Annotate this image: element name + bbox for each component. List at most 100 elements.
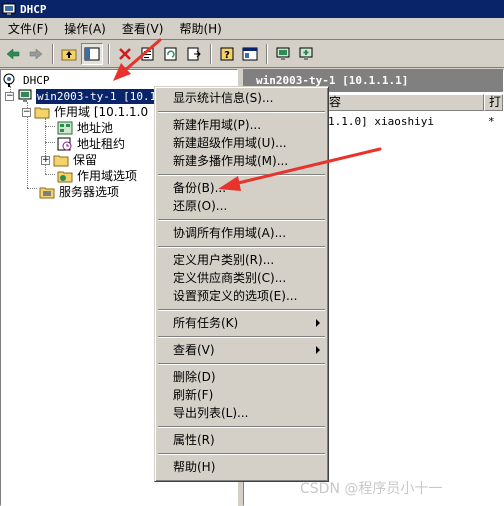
authorize-server-icon <box>276 47 290 60</box>
menu-view[interactable]: 查看(V) <box>114 19 172 39</box>
collapse-icon[interactable]: − <box>5 91 14 101</box>
menu-separator <box>157 449 326 458</box>
submenu-arrow-icon <box>316 319 320 327</box>
tree-node-reservations[interactable]: + 保留 <box>41 152 98 168</box>
back-arrow-icon <box>6 48 20 60</box>
dhcp-app-icon <box>2 3 16 15</box>
up-folder-icon <box>61 49 77 61</box>
console-button[interactable] <box>239 43 261 65</box>
menu-separator <box>157 332 326 341</box>
tree-node-scope-options[interactable]: 作用域选项 <box>57 168 138 184</box>
menu-item-new-multicast-scope[interactable]: 新建多播作用域(M)... <box>157 152 326 170</box>
export-list-button[interactable] <box>183 43 205 65</box>
tree-label: DHCP <box>23 73 50 87</box>
menu-separator <box>157 215 326 224</box>
watermark: CSDN @程序员小十一 <box>300 481 443 497</box>
menu-item-restore[interactable]: 还原(O)... <box>157 197 326 215</box>
server-options-icon <box>39 187 55 199</box>
authorize-server-button[interactable] <box>272 43 294 65</box>
address-leases-icon <box>57 137 72 151</box>
menu-separator <box>157 359 326 368</box>
console-icon <box>242 47 258 61</box>
menu-item-new-scope[interactable]: 新建作用域(P)... <box>157 116 326 134</box>
menu-item-backup[interactable]: 备份(B)... <box>157 179 326 197</box>
list-cell-flag: * <box>488 115 495 128</box>
menu-item-define-user-classes[interactable]: 定义用户类别(R)... <box>157 251 326 269</box>
dhcp-icon <box>3 73 15 87</box>
menu-separator <box>157 242 326 251</box>
tree-node-server-options[interactable]: 服务器选项 <box>39 184 120 200</box>
menu-item-define-vendor-classes[interactable]: 定义供应商类别(C)... <box>157 269 326 287</box>
collapse-icon[interactable]: − <box>22 107 31 117</box>
menu-item-label: 所有任务(K) <box>173 316 239 330</box>
properties-button[interactable] <box>137 43 159 65</box>
column-header-status[interactable]: 打 <box>484 94 503 111</box>
tree-label: 服务器选项 <box>59 184 120 199</box>
menu-item-label: 查看(V) <box>173 343 215 357</box>
menu-separator <box>157 170 326 179</box>
expand-icon[interactable]: + <box>41 155 50 165</box>
menu-item-reconcile-all-scopes[interactable]: 协调所有作用域(A)... <box>157 224 326 242</box>
show-hide-tree-icon <box>84 47 100 61</box>
menu-action[interactable]: 操作(A) <box>56 19 114 39</box>
delete-icon <box>119 48 131 60</box>
refresh-icon <box>164 47 177 61</box>
menu-item-view[interactable]: 查看(V) <box>157 341 326 359</box>
toolbar-separator <box>266 44 268 64</box>
help-button[interactable]: ? <box>216 43 238 65</box>
show-hide-tree-button[interactable] <box>81 43 103 65</box>
add-server-icon <box>299 47 313 60</box>
export-list-icon <box>187 47 201 61</box>
menu-help[interactable]: 帮助(H) <box>171 19 229 39</box>
properties-icon <box>141 47 154 61</box>
tree-connector <box>45 126 55 127</box>
tree-connector <box>45 142 55 143</box>
menu-item-all-tasks[interactable]: 所有任务(K) <box>157 314 326 332</box>
tree-node-address-leases[interactable]: 地址租约 <box>57 136 126 152</box>
tree-label: win2003-ty-1 [10.1.1 <box>36 88 171 104</box>
toolbar-separator <box>108 44 110 64</box>
toolbar-separator <box>52 44 54 64</box>
help-icon: ? <box>220 47 234 61</box>
back-button[interactable] <box>2 43 24 65</box>
menu-separator <box>157 422 326 431</box>
tree-label: 地址池 <box>77 120 114 135</box>
menu-item-show-statistics[interactable]: 显示统计信息(S)... <box>157 89 326 107</box>
menu-item-refresh[interactable]: 刷新(F) <box>157 386 326 404</box>
toolbar-separator <box>210 44 212 64</box>
scope-options-icon <box>57 171 73 183</box>
menu-item-properties[interactable]: 属性(R) <box>157 431 326 449</box>
toolbar: ? <box>0 41 504 68</box>
menu-item-new-superscope[interactable]: 新建超级作用域(U)... <box>157 134 326 152</box>
submenu-arrow-icon <box>316 346 320 354</box>
tree-label: 保留 <box>73 152 98 167</box>
menu-separator <box>157 107 326 116</box>
add-server-button[interactable] <box>295 43 317 65</box>
tree-connector <box>27 188 37 189</box>
server-icon <box>18 89 32 102</box>
menu-bar: 文件(F) 操作(A) 查看(V) 帮助(H) <box>0 18 504 40</box>
menu-item-help[interactable]: 帮助(H) <box>157 458 326 476</box>
menu-item-export-list[interactable]: 导出列表(L)... <box>157 404 326 422</box>
tree-connector <box>45 174 55 175</box>
tree-node-address-pool[interactable]: 地址池 <box>57 120 114 136</box>
menu-item-set-predefined-options[interactable]: 设置预定义的选项(E)... <box>157 287 326 305</box>
tree-node-server[interactable]: − win2003-ty-1 [10.1.1 <box>5 88 171 104</box>
tree-node-scope[interactable]: − 作用域 [10.1.1.0 <box>22 104 149 120</box>
menu-separator <box>157 305 326 314</box>
forward-arrow-icon <box>29 48 43 60</box>
folder-icon <box>53 155 69 167</box>
context-menu: 显示统计信息(S)... 新建作用域(P)... 新建超级作用域(U)... 新… <box>154 86 329 482</box>
tree-label: 作用域选项 <box>77 168 138 183</box>
delete-button[interactable] <box>114 43 136 65</box>
up-level-button[interactable] <box>58 43 80 65</box>
tree-node-dhcp[interactable]: DHCP <box>3 72 51 88</box>
menu-file[interactable]: 文件(F) <box>0 19 56 39</box>
tree-label: 地址租约 <box>77 136 126 151</box>
menu-item-delete[interactable]: 删除(D) <box>157 368 326 386</box>
address-pool-icon <box>57 121 73 135</box>
svg-text:?: ? <box>224 50 230 61</box>
forward-button[interactable] <box>25 43 47 65</box>
refresh-button[interactable] <box>160 43 182 65</box>
window-title: DHCP <box>20 2 47 16</box>
